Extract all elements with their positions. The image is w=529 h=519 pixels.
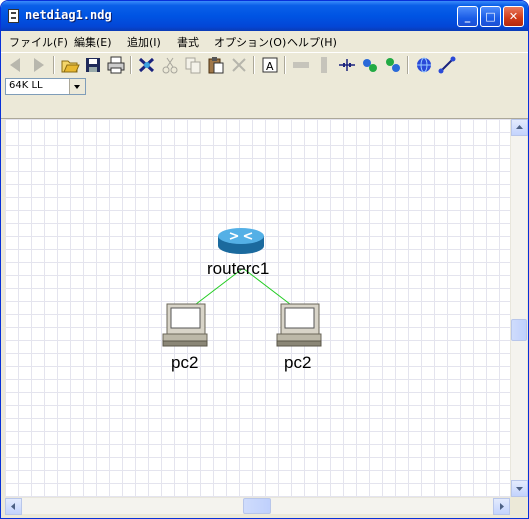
text-icon[interactable]: A (260, 55, 280, 75)
toolbar-separator (284, 56, 286, 74)
document-icon (8, 9, 19, 23)
pc-right-icon[interactable] (276, 303, 322, 347)
close-button[interactable]: ✕ (503, 6, 524, 27)
chevron-down-icon[interactable] (69, 79, 85, 94)
router-icon[interactable] (218, 228, 264, 254)
toolbar-separator (407, 56, 409, 74)
chevron-up-icon (516, 125, 523, 129)
toolbar-separator (253, 56, 255, 74)
menu-bar: ファイル(F) 編集(E) 追加(I) 書式 オプション(O) ヘルプ(H) (1, 31, 528, 51)
scrollbar-corner (510, 497, 527, 514)
window-title: netdiag1.ndg (25, 8, 112, 22)
line-tool-icon[interactable] (437, 55, 457, 75)
diagram-svg (162, 228, 322, 347)
vertical-bar-icon[interactable] (314, 55, 334, 75)
horizontal-scrollbar[interactable] (5, 497, 510, 515)
cut-icon[interactable] (160, 55, 180, 75)
diagram-canvas[interactable]: routerc1 pc2 pc2 (5, 119, 510, 497)
print-icon[interactable] (106, 55, 126, 75)
menu-edit[interactable]: 編集(E) (74, 34, 112, 50)
forward-arrow-icon[interactable] (28, 55, 48, 75)
title-bar[interactable]: netdiag1.ndg _ □ ✕ (1, 1, 528, 31)
group-icon[interactable] (360, 55, 380, 75)
open-folder-icon[interactable] (60, 55, 80, 75)
menu-help[interactable]: ヘルプ(H) (287, 34, 337, 50)
bandwidth-value: 64K LL (9, 80, 43, 91)
toolbar-separator (130, 56, 132, 74)
bandwidth-select[interactable]: 64K LL (5, 78, 86, 95)
link-tool-icon[interactable] (337, 55, 357, 75)
pc-left-label[interactable]: pc2 (171, 353, 198, 373)
menu-insert[interactable]: 追加(I) (127, 34, 161, 50)
chevron-left-icon (11, 503, 15, 510)
canvas-header-strip (1, 98, 528, 119)
back-arrow-icon[interactable] (6, 55, 26, 75)
chevron-right-icon (500, 503, 504, 510)
pc-left-icon[interactable] (162, 303, 208, 347)
horizontal-bar-icon[interactable] (291, 55, 311, 75)
toolbar: A (1, 52, 528, 77)
svg-text:A: A (266, 60, 274, 73)
scroll-left-button[interactable] (5, 498, 22, 515)
scroll-right-button[interactable] (493, 498, 510, 515)
menu-file[interactable]: ファイル(F) (9, 34, 68, 50)
menu-format[interactable]: 書式 (177, 34, 199, 50)
copy-icon[interactable] (183, 55, 203, 75)
router-label[interactable]: routerc1 (207, 259, 269, 279)
maximize-button[interactable]: □ (480, 6, 501, 27)
delete-icon[interactable] (229, 55, 249, 75)
scroll-up-button[interactable] (511, 119, 528, 136)
paste-icon[interactable] (206, 55, 226, 75)
minimize-button[interactable]: _ (457, 6, 478, 27)
pc-right-label[interactable]: pc2 (284, 353, 311, 373)
horizontal-scroll-thumb[interactable] (243, 498, 271, 514)
chevron-down-icon (516, 487, 523, 491)
scroll-down-button[interactable] (511, 480, 528, 497)
ungroup-icon[interactable] (383, 55, 403, 75)
globe-icon[interactable] (414, 55, 434, 75)
app-window: netdiag1.ndg _ □ ✕ ファイル(F) 編集(E) 追加(I) 書… (0, 0, 529, 519)
vertical-scrollbar[interactable] (510, 119, 528, 497)
vertical-scroll-thumb[interactable] (511, 319, 527, 341)
toolbar-separator (53, 56, 55, 74)
menu-options[interactable]: オプション(O) (214, 34, 286, 50)
save-icon[interactable] (83, 55, 103, 75)
connect-icon[interactable] (137, 55, 157, 75)
